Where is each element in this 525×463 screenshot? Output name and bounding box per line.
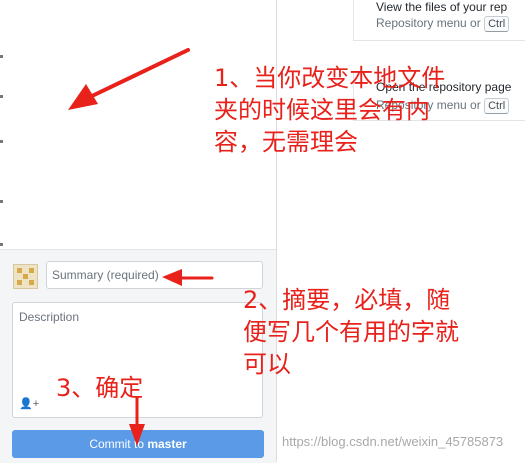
watermark: https://blog.csdn.net/weixin_45785873 bbox=[282, 434, 504, 449]
arrow-to-file-list bbox=[68, 48, 190, 110]
annotation-arrows bbox=[68, 48, 214, 446]
arrow-to-commit bbox=[129, 396, 145, 446]
arrow-to-summary bbox=[162, 269, 214, 286]
